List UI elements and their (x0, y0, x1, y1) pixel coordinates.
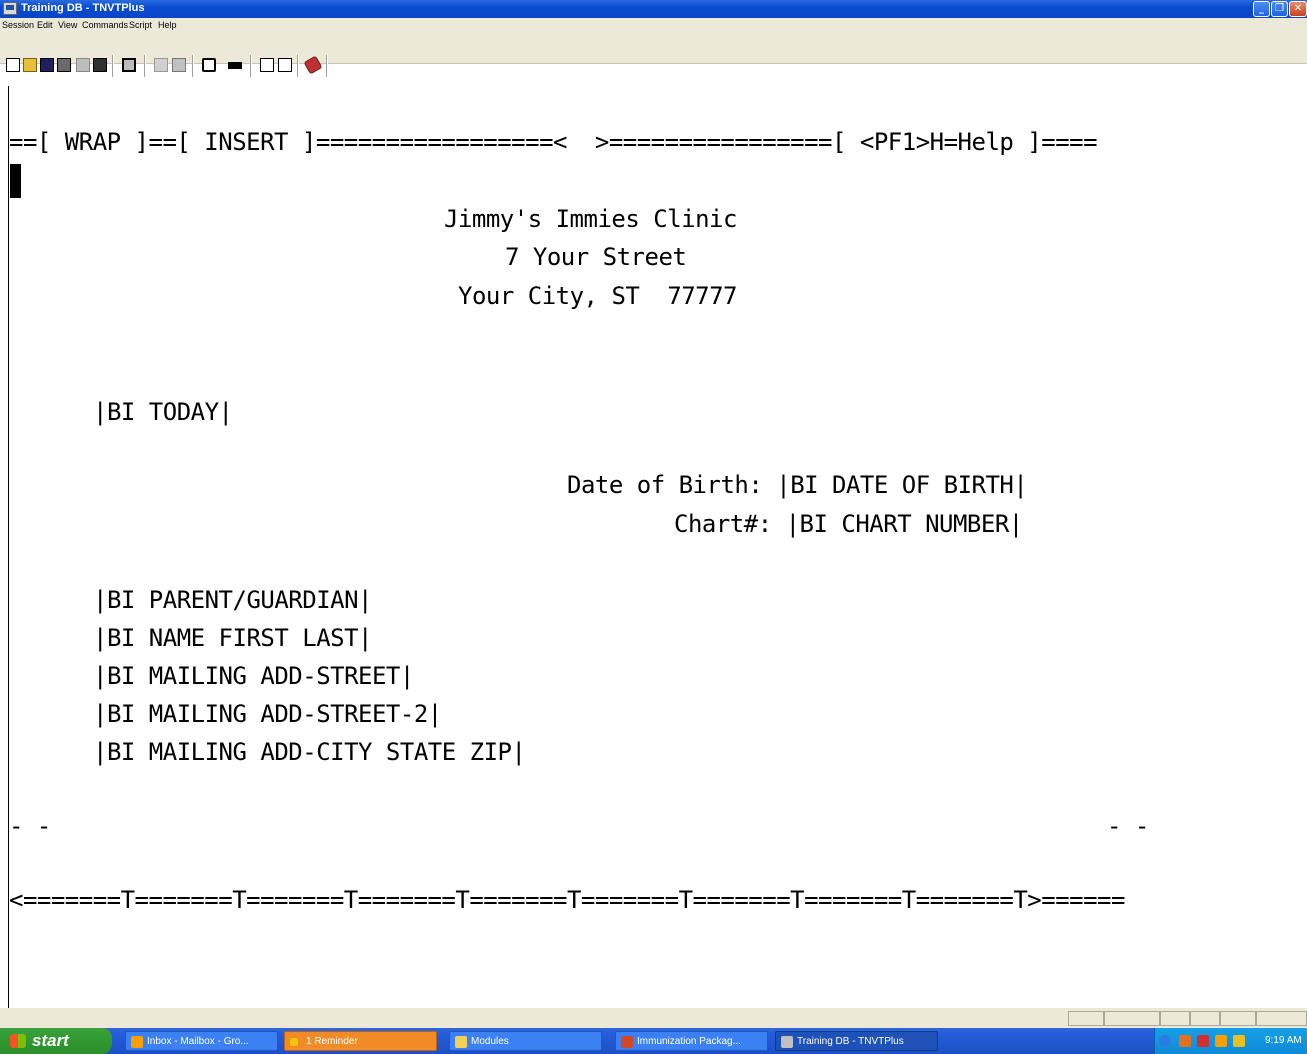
address-field: |BI MAILING ADD-STREET| (93, 662, 414, 690)
address-field: |BI NAME FIRST LAST| (93, 624, 372, 652)
status-cell (1104, 1011, 1160, 1026)
status-bar (0, 1008, 1307, 1028)
print-icon[interactable] (122, 58, 136, 72)
taskbar-item-training-db[interactable]: Training DB - TNVTPlus (775, 1031, 938, 1051)
terminal-left-border (8, 86, 9, 1008)
status-cell (1190, 1011, 1220, 1026)
terminal-icon (781, 1036, 793, 1048)
taskbar: start Inbox - Mailbox - Gro... 1 Reminde… (0, 1028, 1307, 1054)
menu-bar: Session Edit View Commands Script Help (0, 18, 1307, 33)
taskbar-item-reminder[interactable]: 1 Reminder (284, 1031, 437, 1051)
tray-arrow-icon[interactable] (1159, 1035, 1171, 1047)
disconnect-icon[interactable] (76, 58, 90, 72)
blank-screen-icon[interactable] (202, 58, 216, 72)
tray-acrobat-icon[interactable] (1197, 1035, 1209, 1047)
date-of-birth-line: Date of Birth: |BI DATE OF BIRTH| (567, 471, 1028, 499)
status-cell (1256, 1011, 1307, 1026)
reminder-icon (290, 1038, 298, 1046)
clinic-city: Your City, ST 77777 (458, 282, 737, 310)
taskbar-item-immunization[interactable]: Immunization Packag... (615, 1031, 768, 1051)
open-icon[interactable] (23, 58, 37, 72)
taskbar-item-modules[interactable]: Modules (449, 1031, 602, 1051)
menu-script[interactable]: Script (129, 20, 152, 30)
editor-status-line: ==[ WRAP ]==[ INSERT ]=================<… (9, 128, 1098, 156)
toolbar-separator (192, 55, 194, 77)
menu-edit[interactable]: Edit (37, 20, 53, 30)
toolbar-separator (144, 55, 146, 77)
chart-number-line: Chart#: |BI CHART NUMBER| (674, 510, 1023, 538)
menu-help[interactable]: Help (158, 20, 177, 30)
powerpoint-icon (621, 1036, 633, 1048)
toolbar-separator (250, 55, 252, 77)
clinic-street: 7 Your Street (505, 243, 687, 271)
tray-security-icon[interactable] (1233, 1035, 1245, 1047)
send-file-icon[interactable] (260, 58, 274, 72)
page-marker-right: - - (1107, 812, 1149, 840)
system-tray: 9:19 AM (1154, 1028, 1307, 1054)
tray-app-icon[interactable] (1179, 1035, 1191, 1047)
today-field: |BI TODAY| (93, 398, 233, 426)
windows-logo-icon (10, 1034, 26, 1048)
start-button[interactable]: start (0, 1028, 112, 1054)
status-cell (1220, 1011, 1256, 1026)
start-label: start (32, 1031, 69, 1050)
window-title: Training DB - TNVTPlus (21, 2, 145, 14)
connect-icon[interactable] (93, 58, 107, 72)
close-button[interactable]: ✕ (1289, 1, 1307, 17)
menu-view[interactable]: View (58, 20, 77, 30)
status-cell (1160, 1011, 1190, 1026)
taskbar-item-inbox[interactable]: Inbox - Mailbox - Gro... (125, 1031, 278, 1051)
minimize-button[interactable]: _ (1253, 1, 1270, 17)
properties-icon[interactable] (57, 58, 71, 72)
clinic-name: Jimmy's Immies Clinic (444, 205, 737, 233)
folder-icon (455, 1036, 467, 1048)
menu-commands[interactable]: Commands (82, 20, 128, 30)
page-marker-left: - - (9, 812, 51, 840)
tray-outlook-icon[interactable] (1215, 1035, 1227, 1047)
menu-session[interactable]: Session (2, 20, 34, 30)
address-field: |BI PARENT/GUARDIAN| (93, 586, 372, 614)
toolbar-separator (112, 55, 114, 77)
copy-icon[interactable] (154, 58, 168, 72)
screen-icon[interactable] (228, 62, 242, 69)
receive-file-icon[interactable] (278, 58, 292, 72)
title-bar: Training DB - TNVTPlus _ ❐ ✕ (0, 0, 1307, 18)
outlook-icon (131, 1036, 143, 1048)
save-icon[interactable] (40, 58, 54, 72)
status-cell (1068, 1011, 1104, 1026)
toolbar-separator (326, 55, 328, 77)
paste-icon[interactable] (172, 58, 186, 72)
address-field: |BI MAILING ADD-CITY STATE ZIP| (93, 738, 526, 766)
address-field: |BI MAILING ADD-STREET-2| (93, 700, 442, 728)
app-icon[interactable] (3, 2, 17, 15)
text-cursor (10, 164, 21, 198)
toolbar (0, 33, 1307, 64)
clock: 9:19 AM (1265, 1035, 1302, 1046)
toolbar-separator (297, 55, 299, 77)
new-icon[interactable] (6, 58, 20, 72)
tab-ruler: <=======T=======T=======T=======T=======… (9, 886, 1125, 914)
maximize-button[interactable]: ❐ (1271, 1, 1288, 17)
